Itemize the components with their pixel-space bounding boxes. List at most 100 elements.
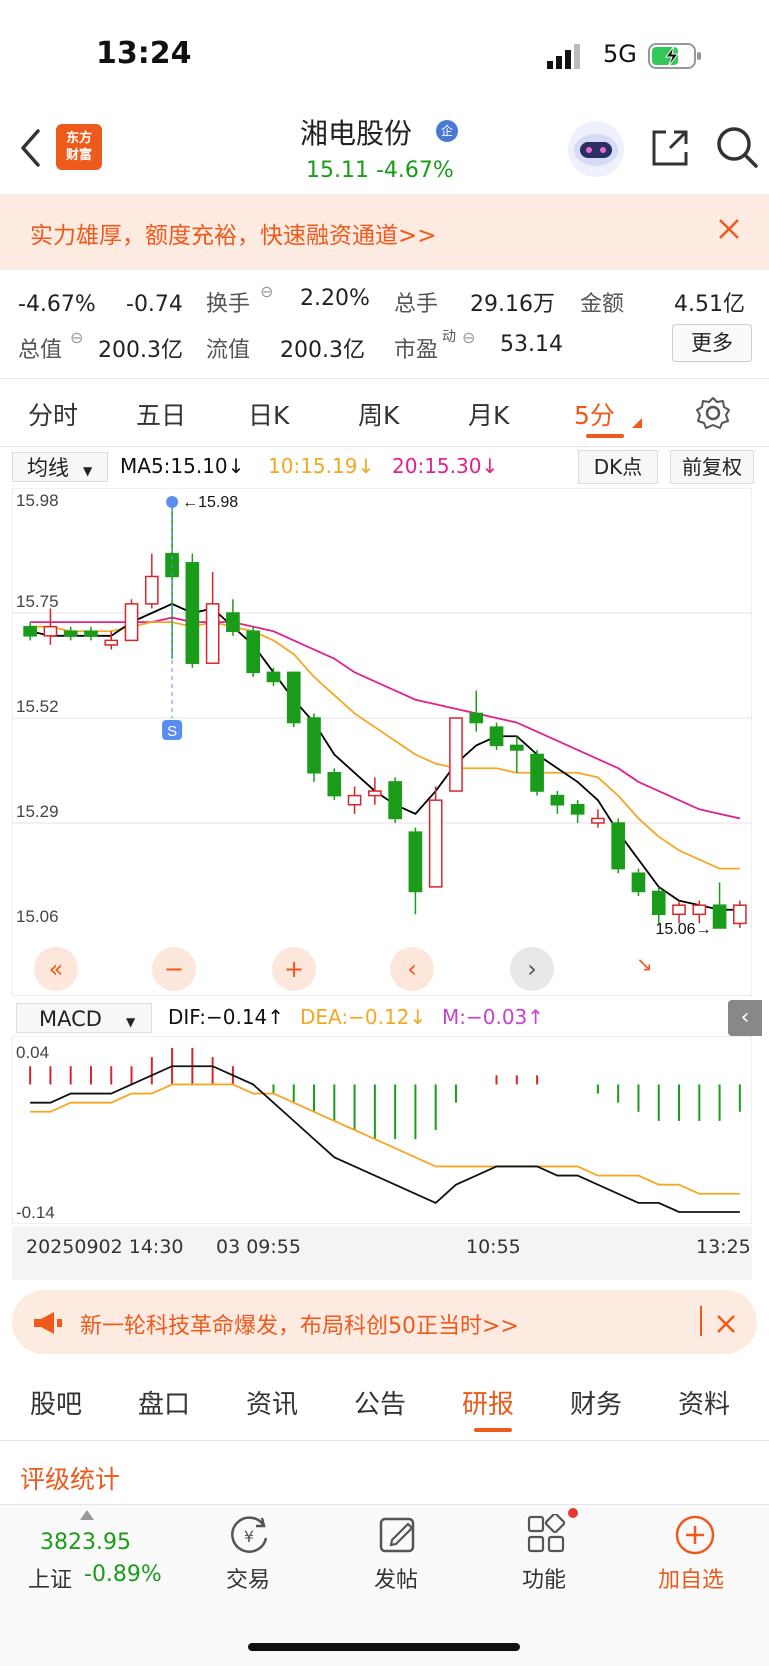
edit-icon[interactable]: [378, 1514, 418, 1554]
enterprise-badge: 企: [436, 120, 458, 142]
index-change[interactable]: -0.89%: [84, 1562, 162, 1587]
time-label: 10:55: [466, 1236, 521, 1258]
tab-pankou[interactable]: 盘口: [138, 1384, 190, 1421]
signal-icon: [547, 44, 580, 69]
candle-body: [570, 803, 585, 815]
trade-label[interactable]: 交易: [226, 1562, 270, 1594]
candle-body: [307, 717, 321, 774]
tab-finance[interactable]: 财务: [570, 1384, 622, 1421]
section-title: 评级统计: [20, 1465, 121, 1494]
collapse-panel-button[interactable]: ‹: [728, 1000, 762, 1036]
info-icon[interactable]: ⊖: [260, 282, 273, 301]
network-label: 5G: [603, 40, 637, 68]
close-icon[interactable]: [718, 218, 740, 240]
stock-name: 湘电股份: [300, 117, 413, 150]
candle-body: [408, 831, 423, 893]
more-button[interactable]: 更多: [672, 324, 752, 362]
ma20-value: 20:15.30↓: [392, 454, 499, 478]
tab-five-day[interactable]: 五日: [136, 396, 186, 432]
candle-body: [469, 712, 484, 724]
candle-body: [449, 717, 463, 792]
candle-body: [84, 630, 98, 637]
promo-bottom-text[interactable]: 新一轮科技革命爆发，布局科创50正当时>>: [80, 1308, 519, 1340]
post-label[interactable]: 发帖: [374, 1562, 418, 1594]
tab-5min[interactable]: 5分: [574, 396, 615, 432]
notification-dot: [568, 1508, 578, 1518]
candle-body: [733, 904, 747, 925]
tab-profile[interactable]: 资料: [678, 1384, 730, 1421]
index-value[interactable]: 3823.95: [40, 1530, 131, 1555]
zoom-out-button[interactable]: −: [152, 947, 196, 991]
y-tick-label: 15.29: [16, 802, 59, 821]
candle-body: [347, 794, 362, 806]
candle-body: [43, 625, 58, 637]
home-indicator: [248, 1643, 520, 1651]
candle-body: [489, 726, 504, 747]
low-marker: 15.06→: [656, 921, 712, 938]
robot-assistant-icon[interactable]: [566, 120, 626, 178]
info-icon[interactable]: ⊖: [462, 328, 475, 347]
zoom-in-button[interactable]: +: [272, 947, 316, 991]
candle-body: [327, 772, 342, 797]
tab-research[interactable]: 研报: [462, 1384, 514, 1421]
expand-icon[interactable]: ↘: [636, 952, 653, 976]
macd-tick-label: -0.14: [16, 1203, 55, 1222]
adjust-button[interactable]: 前复权: [670, 450, 754, 484]
macd-chart[interactable]: 0.04 -0.14: [12, 1036, 752, 1224]
back-icon[interactable]: [18, 128, 42, 168]
total-mv-label: 总值: [18, 338, 63, 363]
candle-body: [23, 625, 37, 637]
candle-body: [266, 671, 281, 683]
share-icon[interactable]: [648, 126, 692, 170]
info-icon[interactable]: ⊖: [70, 328, 83, 347]
tab-monthly-k[interactable]: 月K: [468, 396, 509, 432]
chart-frame: [12, 488, 752, 996]
trade-icon[interactable]: ¥: [228, 1514, 270, 1556]
time-label: 03 09:55: [216, 1236, 301, 1258]
settings-icon[interactable]: [696, 396, 730, 430]
scroll-start-button[interactable]: «: [34, 947, 78, 991]
candlestick-chart[interactable]: 15.98 15.75 15.52 15.29 15.06 ←15.98 S 15.06→: [12, 488, 752, 996]
grid-icon[interactable]: [526, 1514, 570, 1556]
candle-body: [712, 904, 727, 929]
candle-body: [226, 612, 240, 633]
add-watchlist-label[interactable]: 加自选: [658, 1562, 724, 1594]
candle-body: [611, 822, 626, 870]
y-tick-label: 15.75: [16, 592, 59, 611]
dea-value: DEA:−0.12↓: [300, 1005, 427, 1029]
close-icon[interactable]: [716, 1314, 736, 1334]
candle-body: [286, 671, 301, 724]
pe-sup: 动: [442, 329, 456, 345]
divider: [0, 446, 769, 447]
scroll-right-button[interactable]: ›: [510, 947, 554, 991]
add-icon[interactable]: [674, 1514, 716, 1556]
index-name[interactable]: 上证: [28, 1562, 72, 1594]
macd-select-label: MACD: [39, 1007, 102, 1031]
megaphone-icon: [34, 1312, 62, 1334]
caret-down-icon: ▼: [125, 1015, 136, 1029]
tab-guba[interactable]: 股吧: [30, 1384, 82, 1421]
scroll-left-button[interactable]: ‹: [390, 947, 434, 991]
candle-body: [144, 575, 159, 605]
separator: [700, 1306, 702, 1336]
tab-underline: [586, 434, 624, 438]
pe-label: 市盈: [394, 338, 439, 363]
tab-daily-k[interactable]: 日K: [248, 396, 289, 432]
candle-body: [550, 794, 565, 806]
macd-select[interactable]: MACD ▼: [16, 1003, 152, 1033]
function-label[interactable]: 功能: [522, 1562, 566, 1594]
tab-news[interactable]: 资讯: [246, 1384, 298, 1421]
candle-body: [530, 753, 544, 792]
promo-top-text[interactable]: 实力雄厚，额度充裕，快速融资通道>>: [30, 216, 437, 250]
ma-select[interactable]: 均线 ▼: [12, 452, 108, 482]
dk-button[interactable]: DK点: [578, 450, 658, 484]
tab-announcements[interactable]: 公告: [354, 1384, 406, 1421]
turnover-label: 换手: [206, 292, 251, 317]
tab-intraday[interactable]: 分时: [28, 396, 78, 432]
search-icon[interactable]: [714, 124, 760, 170]
total-mv-value: 200.3亿: [98, 338, 183, 363]
dropdown-icon: [632, 418, 642, 428]
tab-weekly-k[interactable]: 周K: [358, 396, 399, 432]
ma10-value: 10:15.19↓: [268, 454, 375, 478]
y-tick-label: 15.98: [16, 491, 59, 510]
